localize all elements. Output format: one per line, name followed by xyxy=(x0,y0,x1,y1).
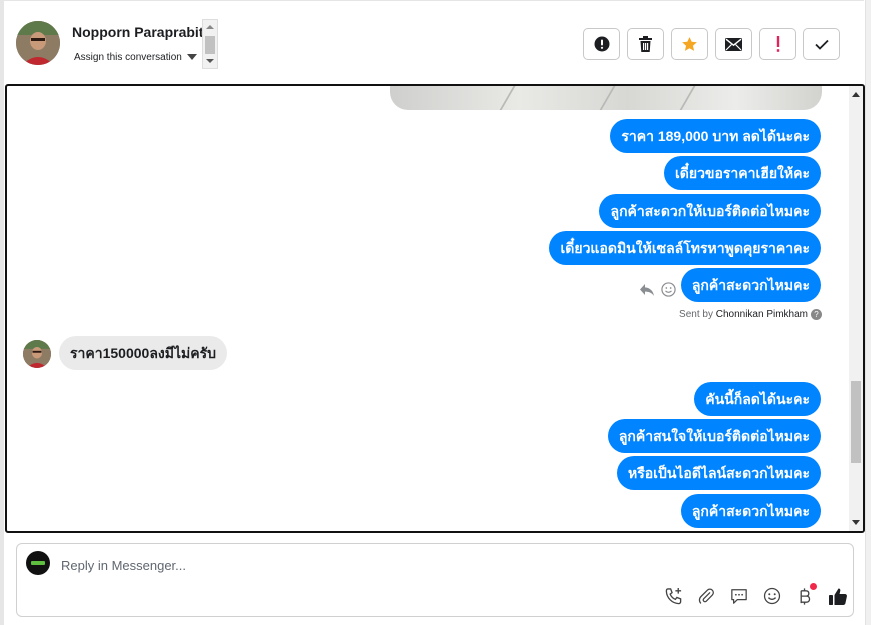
outgoing-message[interactable]: คันนี้ก็ลดได้นะคะ xyxy=(694,382,821,416)
outgoing-message[interactable]: เดี๋ยวขอราคาเฮียให้คะ xyxy=(663,156,821,190)
call-button[interactable] xyxy=(663,586,683,606)
saved-reply-icon xyxy=(731,588,747,604)
sent-by-prefix: Sent by xyxy=(679,309,713,321)
conversation-header: Nopporn Paraprabit Assign this conversat… xyxy=(4,0,864,82)
scroll-up-icon[interactable] xyxy=(852,92,860,97)
incoming-message[interactable]: ราคา150000ลงมีไม่ครับ xyxy=(59,336,228,370)
outgoing-message[interactable]: ลูกค้าสะดวกให้เบอร์ติดต่อไหมคะ xyxy=(599,194,821,228)
outgoing-message[interactable]: ลูกค้าสะดวกไหมคะ xyxy=(680,268,821,302)
header-scrollbar[interactable] xyxy=(202,19,218,69)
outgoing-message[interactable]: เดี๋ยวแอดมินให้เซลล์โทรหาพูดคุยราคาคะ xyxy=(549,231,821,265)
exclamation-circle-icon xyxy=(594,36,609,52)
like-button[interactable] xyxy=(828,586,848,606)
mark-done-button[interactable] xyxy=(803,28,840,60)
composer-tools xyxy=(663,583,848,606)
right-divider xyxy=(865,0,871,625)
paperclip-icon xyxy=(698,588,714,604)
thread-scrollbar[interactable] xyxy=(849,86,863,531)
trash-icon xyxy=(639,36,652,52)
scrollbar-thumb[interactable] xyxy=(851,381,861,463)
red-exclamation-icon xyxy=(776,36,779,52)
scroll-up-icon[interactable] xyxy=(206,25,214,29)
chevron-down-icon xyxy=(186,54,197,61)
attach-button[interactable] xyxy=(696,586,716,606)
contact-avatar[interactable] xyxy=(16,21,60,65)
scroll-down-icon[interactable] xyxy=(206,59,214,63)
message-actions xyxy=(639,282,676,297)
page-avatar xyxy=(26,551,50,575)
baht-payment-icon xyxy=(800,587,811,605)
outgoing-message[interactable]: ราคา 189,000 บาท ลดได้นะคะ xyxy=(610,119,821,153)
outgoing-message[interactable]: หรือเป็นไอดีไลน์สะดวกไหมคะ xyxy=(616,456,821,490)
contact-name[interactable]: Nopporn Paraprabit xyxy=(72,24,203,40)
attached-photo[interactable] xyxy=(390,86,822,110)
left-divider xyxy=(0,0,4,625)
scroll-down-icon[interactable] xyxy=(852,520,860,525)
message-thread[interactable]: ราคา 189,000 บาท ลดได้นะคะ เดี๋ยวขอราคาเ… xyxy=(5,84,865,533)
emoji-button[interactable] xyxy=(762,586,782,606)
contact-avatar-small[interactable] xyxy=(23,340,51,368)
checkmark-icon xyxy=(814,39,829,50)
conversation-actions xyxy=(583,28,840,60)
thumbs-up-icon xyxy=(829,588,847,605)
help-icon[interactable]: ? xyxy=(811,309,822,320)
assign-label: Assign this conversation xyxy=(74,52,182,63)
mark-unread-button[interactable] xyxy=(715,28,752,60)
spam-button[interactable] xyxy=(583,28,620,60)
sent-by-label: Sent by Chonnikan Pimkham? xyxy=(679,309,822,320)
react-emoji-icon[interactable] xyxy=(661,282,676,297)
star-button[interactable] xyxy=(671,28,708,60)
payment-button[interactable] xyxy=(795,583,817,606)
reply-input[interactable] xyxy=(61,555,761,575)
notification-dot xyxy=(810,583,817,590)
follow-up-button[interactable] xyxy=(759,28,796,60)
reply-composer xyxy=(16,543,854,617)
phone-plus-icon xyxy=(665,587,681,604)
reply-icon[interactable] xyxy=(639,283,655,297)
outgoing-message[interactable]: ลูกค้าสนใจให้เบอร์ติดต่อไหมคะ xyxy=(607,419,821,453)
inbox-conversation-panel: Nopporn Paraprabit Assign this conversat… xyxy=(0,0,871,625)
assign-conversation-dropdown[interactable]: Assign this conversation xyxy=(74,52,197,63)
star-icon xyxy=(682,36,697,51)
sent-by-agent: Chonnikan Pimkham xyxy=(715,309,808,321)
emoji-icon xyxy=(763,587,781,605)
envelope-icon xyxy=(725,37,742,51)
delete-button[interactable] xyxy=(627,28,664,60)
saved-replies-button[interactable] xyxy=(729,586,749,606)
outgoing-message[interactable]: ลูกค้าสะดวกไหมคะ xyxy=(680,494,821,528)
scrollbar-thumb[interactable] xyxy=(205,36,215,54)
